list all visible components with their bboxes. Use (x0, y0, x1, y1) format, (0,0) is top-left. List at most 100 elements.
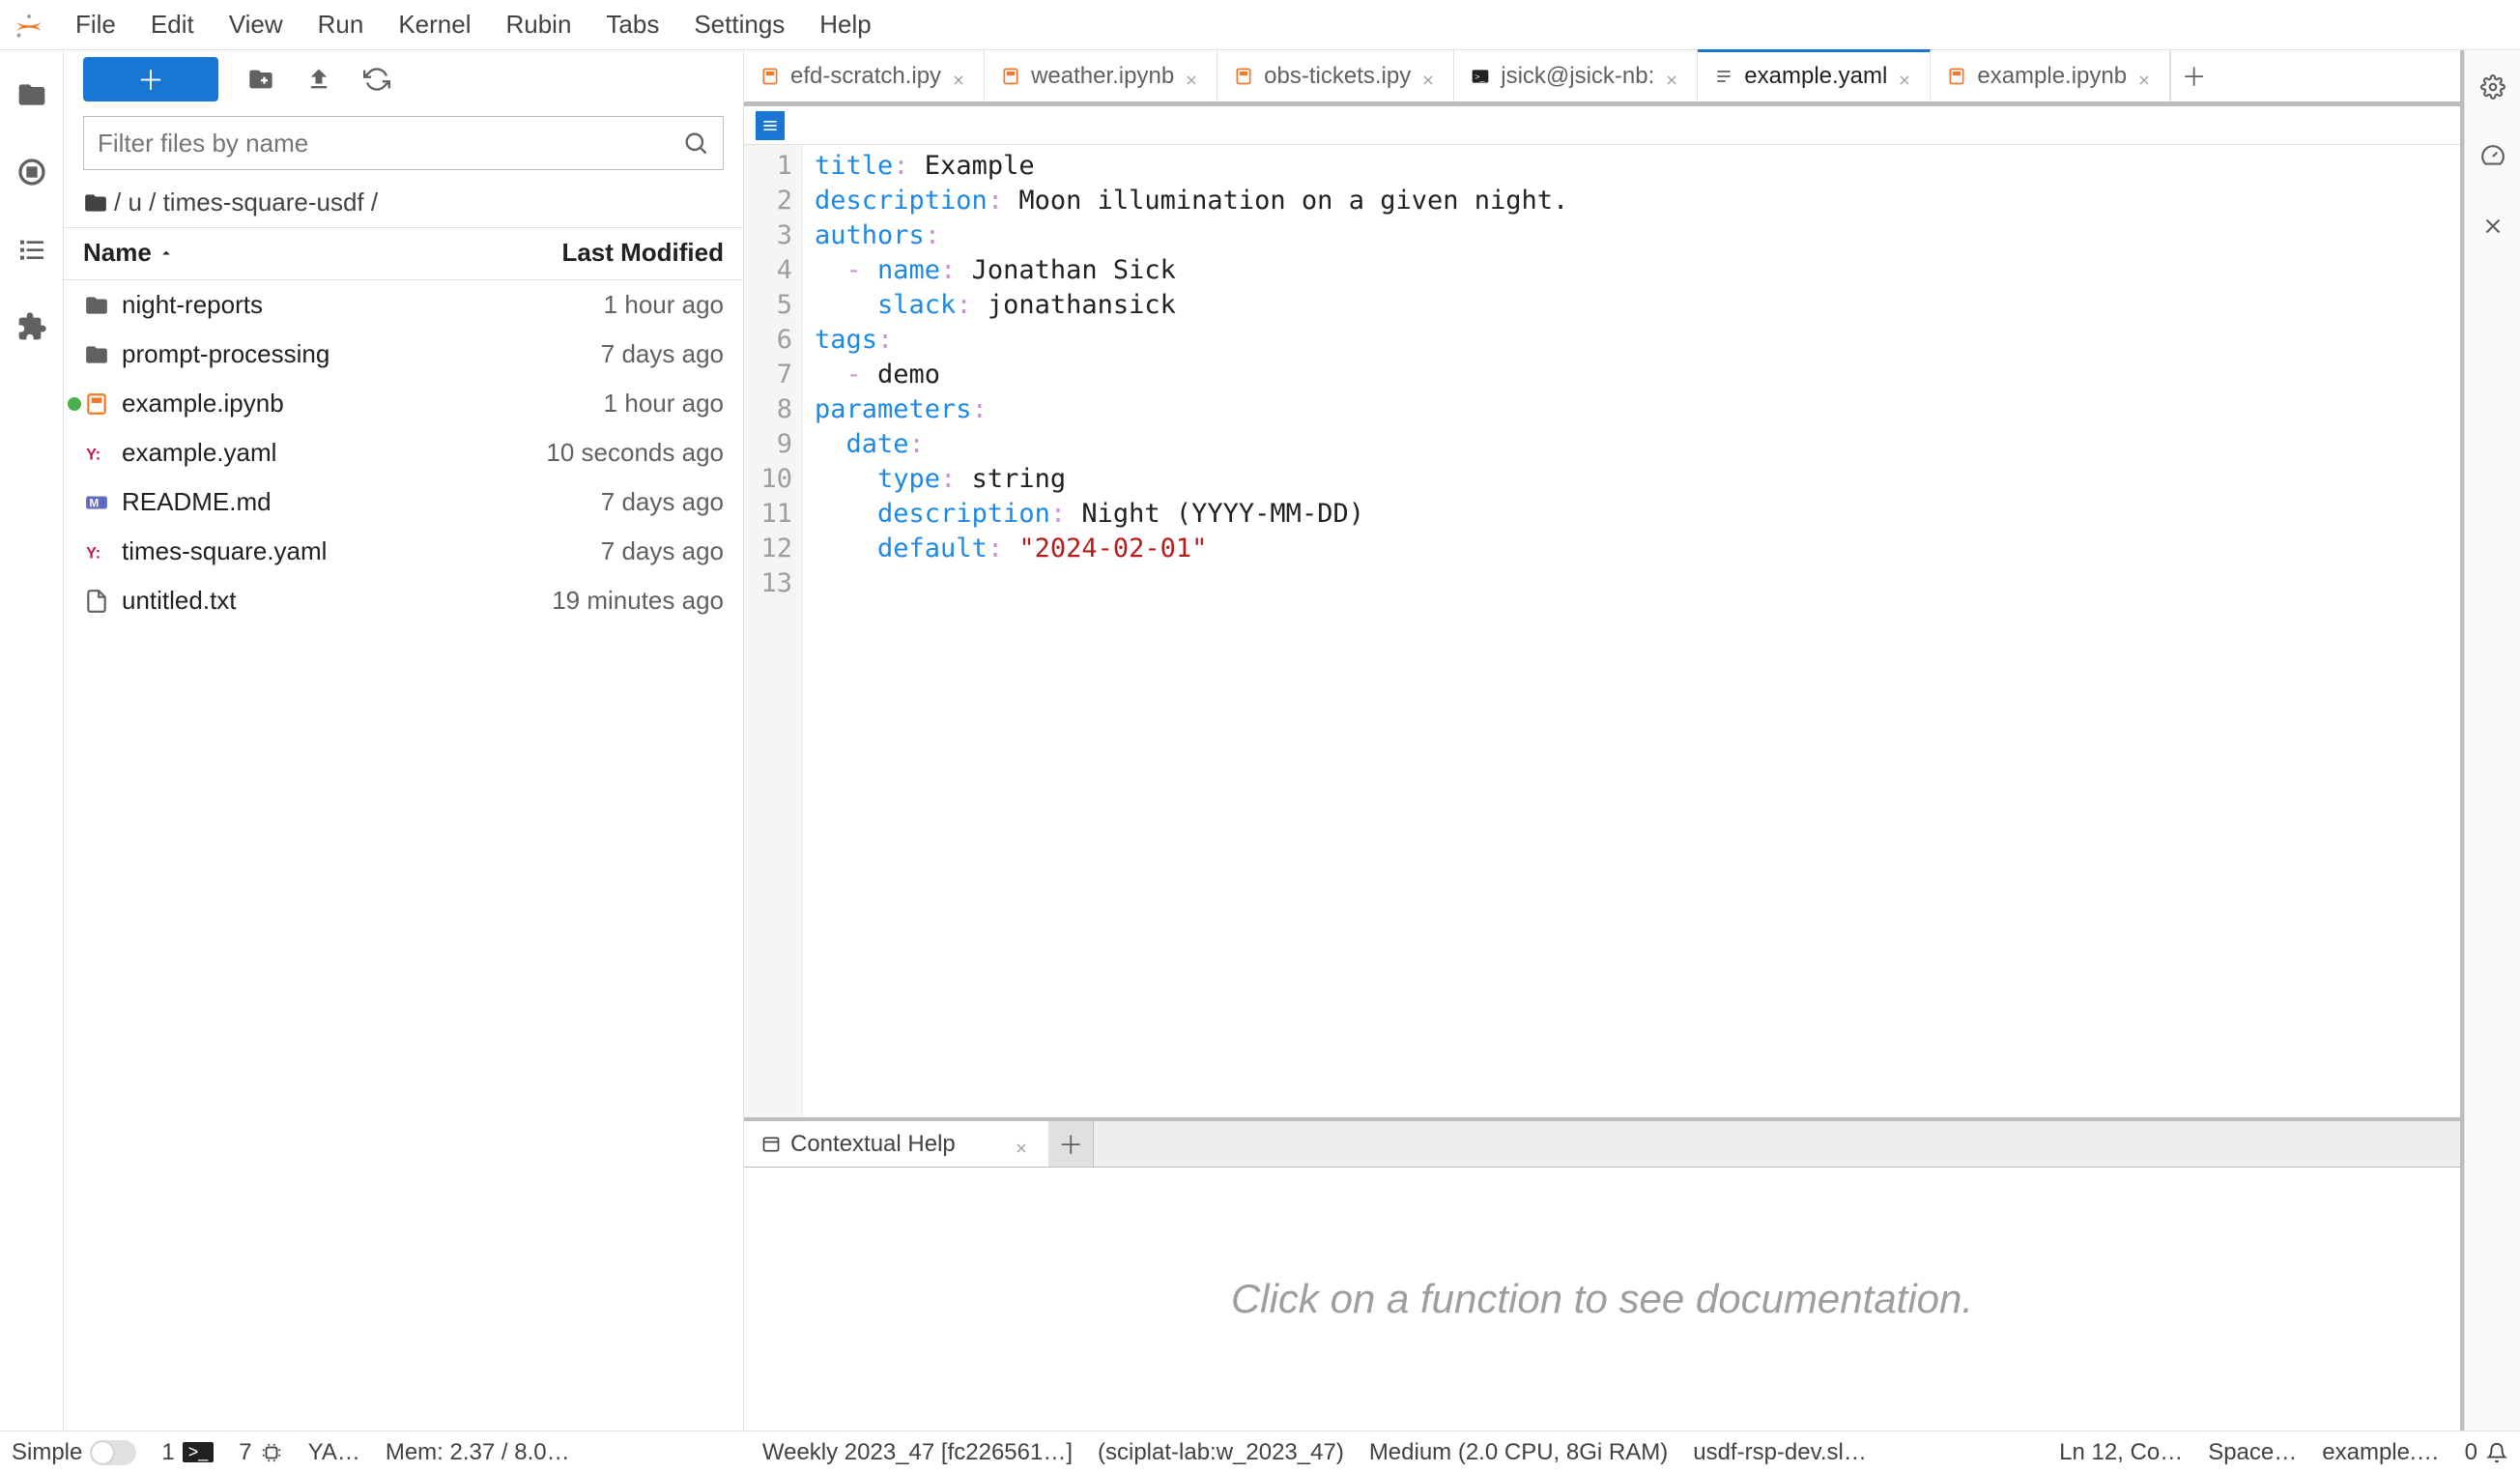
file-modified: 10 seconds ago (453, 438, 724, 468)
editor-pane: 12345678910111213 title: Exampledescript… (744, 106, 2460, 1117)
memory-usage[interactable]: Mem: 2.37 / 8.0… (386, 1439, 570, 1466)
filter-files-input[interactable] (98, 129, 682, 159)
breadcrumb[interactable]: / u / times-square-usdf / (64, 170, 743, 227)
host-info: usdf-rsp-dev.sl… (1693, 1439, 1867, 1466)
close-sidebar-icon[interactable] (2477, 211, 2508, 242)
close-icon[interactable] (1664, 68, 1681, 85)
svg-text:Y:: Y: (86, 544, 100, 562)
notebook-icon (1233, 66, 1254, 87)
main-dock: efd-scratch.ipy weather.ipynb obs-tickets.… (744, 50, 2464, 1430)
image-info: Weekly 2023_47 [fc226561…] (762, 1439, 1073, 1466)
file-row[interactable]: Y:times-square.yaml7 days ago (64, 527, 743, 576)
menu-tabs[interactable]: Tabs (588, 6, 676, 43)
file-modified: 1 hour ago (453, 290, 724, 320)
upload-icon[interactable] (303, 64, 334, 95)
close-icon[interactable] (951, 68, 968, 85)
file-list: night-reports1 hour agoprompt-processing… (64, 280, 743, 1430)
close-icon[interactable] (1184, 68, 1201, 85)
add-tab-button[interactable]: ＋ (2170, 50, 2217, 101)
simple-mode-toggle[interactable]: Simple (12, 1439, 136, 1466)
file-type[interactable]: example.… (2322, 1439, 2439, 1466)
svg-text:Y:: Y: (86, 446, 100, 463)
activity-bar (0, 50, 64, 1430)
filter-files-input-wrap (83, 116, 724, 170)
help-tab-label: Contextual Help (790, 1131, 956, 1158)
toolbar-cell-icon[interactable] (756, 111, 785, 140)
menu-rubin[interactable]: Rubin (488, 6, 588, 43)
file-icon (83, 588, 110, 615)
tab-label: weather.ipynb (1031, 63, 1174, 90)
breadcrumb-path[interactable]: / u / times-square-usdf / (114, 188, 378, 217)
new-launcher-button[interactable]: ＋ (83, 57, 218, 101)
notebook-icon (1000, 66, 1021, 87)
menu-run[interactable]: Run (301, 6, 382, 43)
yaml-icon: Y: (83, 538, 110, 565)
machine-info: Medium (2.0 CPU, 8Gi RAM) (1369, 1439, 1668, 1466)
files-icon[interactable] (14, 77, 49, 112)
menu-settings[interactable]: Settings (676, 6, 802, 43)
indent-mode[interactable]: Space… (2208, 1439, 2297, 1466)
file-modified: 7 days ago (453, 339, 724, 369)
menu-help[interactable]: Help (802, 6, 888, 43)
refresh-icon[interactable] (361, 64, 392, 95)
code-editor[interactable]: 12345678910111213 title: Exampledescript… (744, 145, 2460, 1117)
search-icon (682, 130, 709, 157)
menu-file[interactable]: File (58, 6, 133, 43)
file-modified: 19 minutes ago (453, 586, 724, 616)
help-body: Click on a function to see documentation… (744, 1168, 2460, 1430)
document-tab[interactable]: >_jsick@jsick-nb: (1454, 50, 1698, 101)
file-name: night-reports (122, 290, 453, 320)
close-icon[interactable] (1420, 68, 1438, 85)
column-name-header[interactable]: Name (83, 238, 453, 268)
tab-label: obs-tickets.ipy (1264, 63, 1411, 90)
tab-label: jsick@jsick-nb: (1501, 63, 1654, 90)
running-icon[interactable] (14, 155, 49, 189)
folder-icon (83, 292, 110, 319)
file-row[interactable]: prompt-processing7 days ago (64, 330, 743, 379)
notebook-icon (759, 66, 781, 87)
column-modified-header[interactable]: Last Modified (453, 238, 724, 268)
document-tab[interactable]: obs-tickets.ipy (1217, 50, 1454, 101)
terminal-count[interactable]: 1 >_ (161, 1439, 214, 1466)
panel-icon (761, 1135, 781, 1154)
markdown-icon: M (83, 489, 110, 516)
close-icon[interactable] (2136, 68, 2154, 85)
file-row[interactable]: night-reports1 hour ago (64, 280, 743, 330)
file-row[interactable]: example.ipynb1 hour ago (64, 379, 743, 428)
jupyter-logo (12, 8, 46, 43)
new-folder-icon[interactable] (245, 64, 276, 95)
menu-kernel[interactable]: Kernel (381, 6, 488, 43)
editor-toolbar (744, 106, 2460, 145)
kernel-count[interactable]: 7 (239, 1439, 282, 1466)
settings-gear-icon[interactable] (2477, 72, 2508, 102)
file-modified: 7 days ago (453, 536, 724, 566)
add-panel-button[interactable]: ＋ (1049, 1121, 1094, 1167)
extensions-icon[interactable] (14, 309, 49, 344)
file-row[interactable]: Y:example.yaml10 seconds ago (64, 428, 743, 477)
menu-view[interactable]: View (212, 6, 301, 43)
yaml-doc-icon (1713, 66, 1734, 87)
running-indicator (68, 397, 81, 411)
dashboard-icon[interactable] (2477, 141, 2508, 172)
close-icon[interactable] (1014, 1136, 1031, 1153)
menu-edit[interactable]: Edit (133, 6, 212, 43)
document-tab[interactable]: example.yaml (1698, 49, 1931, 101)
document-tab[interactable]: example.ipynb (1931, 50, 2170, 101)
cursor-position[interactable]: Ln 12, Co… (2059, 1439, 2183, 1466)
close-icon[interactable] (1897, 68, 1914, 85)
document-tab[interactable]: efd-scratch.ipy (744, 50, 985, 101)
language-mode[interactable]: YA… (308, 1439, 360, 1466)
file-row[interactable]: untitled.txt19 minutes ago (64, 576, 743, 625)
bell-icon (2485, 1441, 2508, 1464)
notification-count[interactable]: 0 (2465, 1439, 2508, 1466)
document-tab[interactable]: weather.ipynb (985, 50, 1217, 101)
toc-icon[interactable] (14, 232, 49, 267)
file-modified: 1 hour ago (453, 389, 724, 419)
yaml-icon: Y: (83, 440, 110, 467)
file-name: untitled.txt (122, 586, 453, 616)
file-browser: ＋ / u / times-square-usdf / Name Last Mo… (64, 50, 744, 1430)
file-modified: 7 days ago (453, 487, 724, 517)
status-bar: Simple 1 >_ 7 YA… Mem: 2.37 / 8.0… Weekl… (0, 1430, 2520, 1473)
contextual-help-tab[interactable]: Contextual Help (744, 1121, 1049, 1167)
file-row[interactable]: MREADME.md7 days ago (64, 477, 743, 527)
